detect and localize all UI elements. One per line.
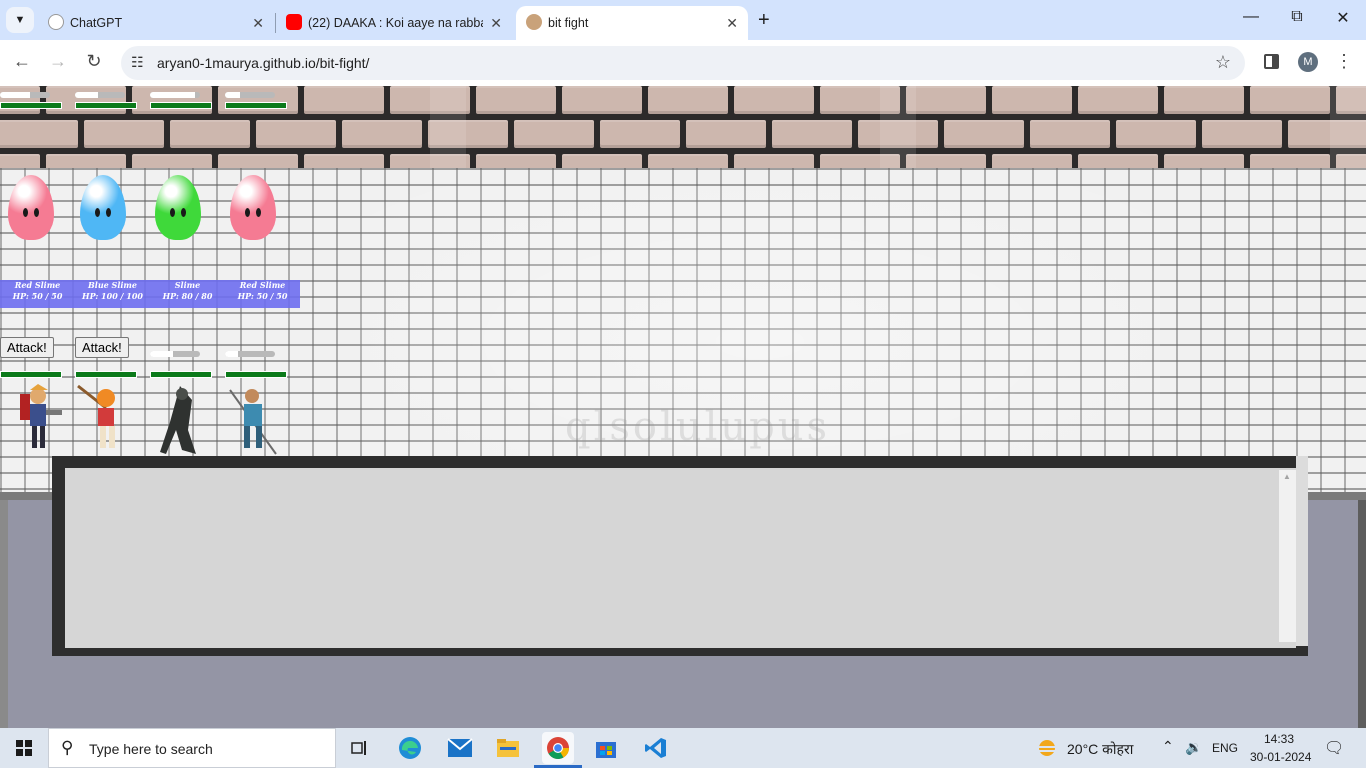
weather-text[interactable]: 20°C कोहरा bbox=[1067, 740, 1133, 759]
close-icon[interactable]: ✕ bbox=[490, 15, 502, 32]
hero-charge-bar bbox=[225, 351, 275, 357]
enemy-charge-bar bbox=[225, 92, 275, 98]
hero-dark-knight-sprite[interactable] bbox=[150, 380, 210, 460]
chrome-icon[interactable] bbox=[542, 732, 574, 764]
address-bar[interactable]: ☷ aryan0-1maurya.github.io/bit-fight/ ☆ bbox=[121, 46, 1245, 80]
enemy-hp-text: HP: 50 / 50 bbox=[237, 291, 288, 301]
tab-strip: ▼ ChatGPT ✕ (22) DAAKA : Koi aaye na rab… bbox=[0, 0, 1366, 40]
hero-lancer-sprite[interactable] bbox=[224, 380, 284, 460]
floor-highlight bbox=[360, 186, 1160, 498]
enemy-hp-bar bbox=[0, 102, 62, 109]
hero-hp-bar bbox=[0, 371, 62, 378]
hero-warrior-sprite[interactable] bbox=[6, 380, 66, 460]
mail-icon[interactable] bbox=[444, 732, 476, 764]
enemy-status: Slime HP: 80 / 80 bbox=[150, 280, 225, 302]
search-icon: ⚲ bbox=[61, 738, 74, 757]
battle-log-scrollbar[interactable]: ▲ bbox=[1279, 470, 1296, 642]
bit-fight-icon bbox=[526, 14, 542, 30]
tab-title: ChatGPT bbox=[70, 16, 123, 30]
enemy-name: Red Slime bbox=[239, 280, 286, 290]
attack-button[interactable]: Attack! bbox=[75, 337, 129, 358]
site-info-icon[interactable]: ☷ bbox=[131, 54, 144, 71]
enemy-status: Red Slime HP: 50 / 50 bbox=[225, 280, 300, 302]
chatgpt-icon bbox=[48, 14, 64, 30]
store-icon[interactable] bbox=[590, 732, 622, 764]
enemy-status: Red Slime HP: 50 / 50 bbox=[0, 280, 75, 302]
file-explorer-icon[interactable] bbox=[492, 732, 524, 764]
enemy-status: Blue Slime HP: 100 / 100 bbox=[75, 280, 150, 302]
reload-icon[interactable]: ↻ bbox=[82, 51, 106, 72]
enemy-hp-text: HP: 100 / 100 bbox=[82, 291, 143, 301]
enemy-hp-bar bbox=[150, 102, 212, 109]
vscode-icon[interactable] bbox=[640, 732, 672, 764]
tab-youtube[interactable]: (22) DAAKA : Koi aaye na rabba ✕ bbox=[276, 6, 512, 40]
tab-title: (22) DAAKA : Koi aaye na rabba bbox=[308, 16, 483, 30]
hero-charge-bar bbox=[150, 351, 200, 357]
clock-date[interactable]: 30-01-2024 bbox=[1250, 750, 1311, 764]
edge-icon[interactable] bbox=[394, 732, 426, 764]
enemy-hp-text: HP: 50 / 50 bbox=[12, 291, 63, 301]
hero-fighter-sprite[interactable] bbox=[76, 380, 136, 460]
enemy-status-panel: Red Slime HP: 50 / 50 Blue Slime HP: 100… bbox=[0, 280, 300, 308]
clock-time[interactable]: 14:33 bbox=[1264, 732, 1294, 746]
new-tab-button[interactable]: + bbox=[758, 9, 770, 32]
tab-chatgpt[interactable]: ChatGPT ✕ bbox=[38, 6, 274, 40]
tab-bit-fight[interactable]: bit fight ✕ bbox=[516, 6, 748, 40]
close-icon[interactable]: ✕ bbox=[252, 15, 264, 32]
tab-search-button[interactable]: ▼ bbox=[6, 7, 34, 33]
enemy-charge-bar bbox=[150, 92, 200, 98]
side-panel-icon[interactable] bbox=[1264, 54, 1279, 69]
log-frame-edge bbox=[1296, 456, 1308, 646]
task-view-icon[interactable] bbox=[344, 732, 376, 764]
brick-wall bbox=[0, 86, 1366, 168]
close-icon[interactable]: ✕ bbox=[726, 15, 738, 32]
enemy-charge-bar bbox=[0, 92, 50, 98]
language-indicator[interactable]: ENG bbox=[1212, 741, 1238, 755]
volume-icon[interactable]: 🔉 bbox=[1185, 739, 1202, 756]
forward-icon[interactable]: → bbox=[46, 51, 70, 72]
scroll-up-icon[interactable]: ▲ bbox=[1283, 472, 1291, 481]
menu-icon[interactable]: ⋮ bbox=[1335, 51, 1353, 72]
restore-icon[interactable]: ⧉ bbox=[1287, 8, 1307, 26]
chevron-up-icon[interactable]: ⌃ bbox=[1162, 738, 1174, 755]
url-text[interactable]: aryan0-1maurya.github.io/bit-fight/ bbox=[157, 55, 369, 71]
start-button[interactable] bbox=[0, 728, 48, 768]
weather-icon[interactable] bbox=[1036, 737, 1058, 759]
back-icon[interactable]: ← bbox=[10, 51, 34, 72]
windows-logo-icon bbox=[16, 740, 32, 756]
enemy-charge-bar bbox=[75, 92, 125, 98]
hero-hp-bar bbox=[225, 371, 287, 378]
tab-title: bit fight bbox=[548, 16, 589, 30]
enemy-hp-text: HP: 80 / 80 bbox=[162, 291, 213, 301]
hero-hp-bar bbox=[150, 371, 212, 378]
notifications-icon[interactable]: 🗨 bbox=[1324, 738, 1344, 758]
enemy-name: Slime bbox=[174, 280, 201, 290]
attack-button[interactable]: Attack! bbox=[0, 337, 54, 358]
browser-toolbar: ← → ↻ ☷ aryan0-1maurya.github.io/bit-fig… bbox=[0, 40, 1366, 86]
taskbar-search[interactable]: ⚲ Type here to search bbox=[48, 728, 336, 768]
bookmark-star-icon[interactable]: ☆ bbox=[1215, 52, 1231, 73]
enemy-name: Red Slime bbox=[14, 280, 61, 290]
hero-hp-bar bbox=[75, 371, 137, 378]
close-window-icon[interactable]: ✕ bbox=[1333, 8, 1353, 28]
battle-log[interactable] bbox=[65, 468, 1296, 648]
chevron-down-icon: ▼ bbox=[14, 14, 26, 26]
profile-avatar[interactable]: M bbox=[1298, 52, 1318, 72]
search-placeholder: Type here to search bbox=[89, 741, 213, 757]
youtube-icon bbox=[286, 14, 302, 30]
enemy-hp-bar bbox=[75, 102, 137, 109]
minimize-icon[interactable]: — bbox=[1241, 8, 1261, 26]
enemy-hp-bar bbox=[225, 102, 287, 109]
windows-taskbar: ⚲ Type here to search 20°C कोहरा ⌃ 🔉 ENG… bbox=[0, 728, 1366, 768]
floor-watermark: qlsolulupus bbox=[565, 404, 831, 450]
enemy-name: Blue Slime bbox=[88, 280, 137, 290]
